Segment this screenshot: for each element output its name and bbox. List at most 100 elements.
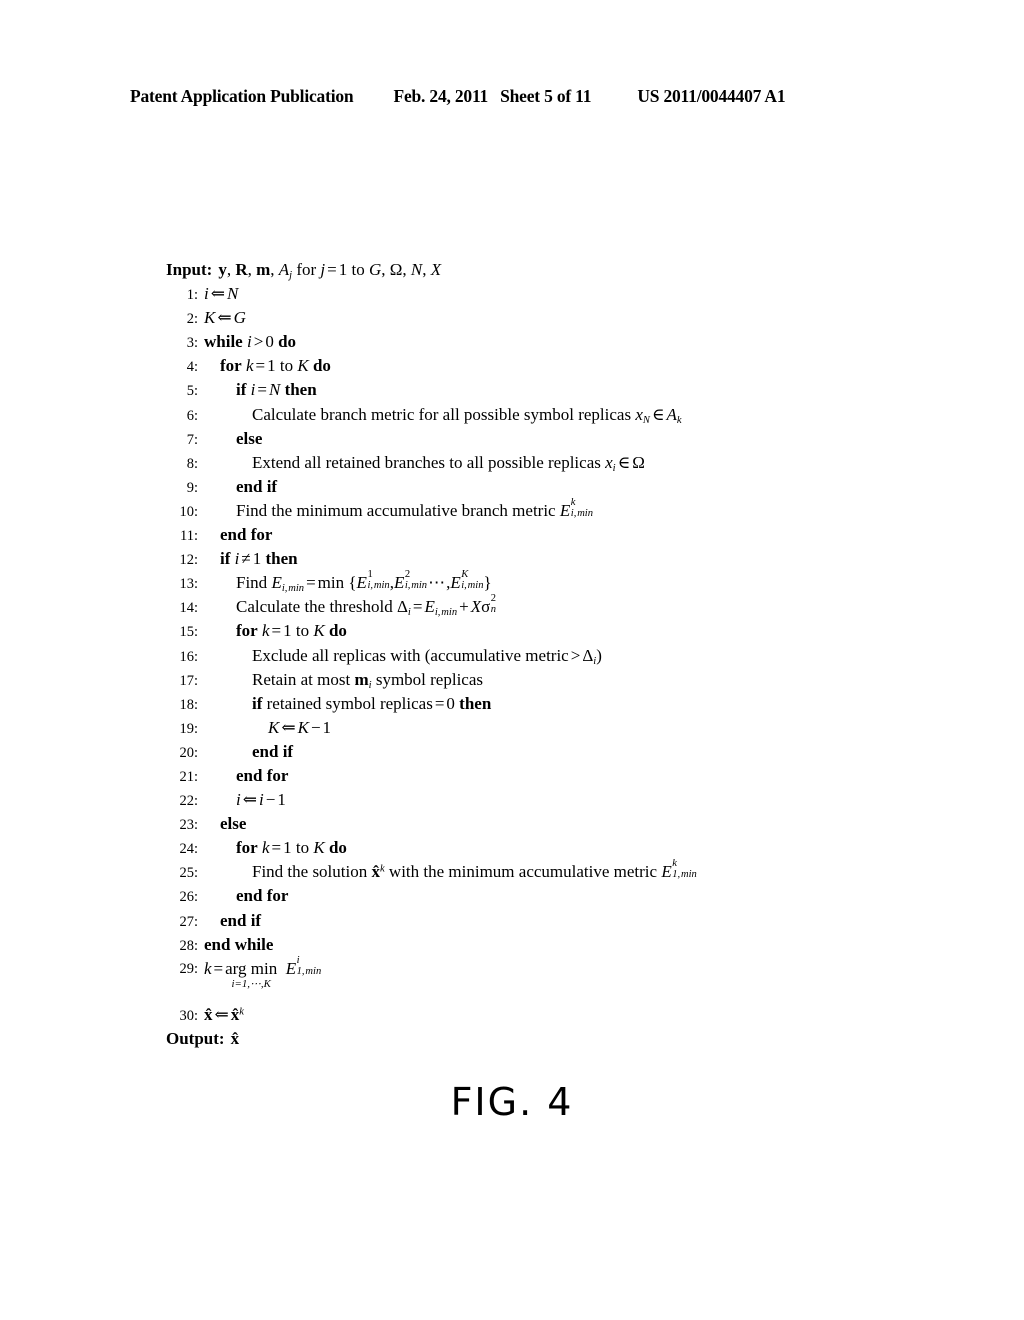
algorithm-line: 5: if i = N then xyxy=(166,378,886,402)
algorithm-line: 6: Calculate branch metric for all possi… xyxy=(166,403,886,427)
algorithm-line: 17: Retain at most mi symbol replicas xyxy=(166,668,886,692)
operator-equals: = xyxy=(434,693,445,713)
comma: , xyxy=(270,260,275,279)
algorithm-line: 10: Find the minimum accumulative branch… xyxy=(166,497,886,523)
superscript-1: 1 xyxy=(367,569,373,581)
algorithm-line: 15: for k = 1 to K do xyxy=(166,619,886,643)
line-number: 27: xyxy=(179,913,198,930)
line-number: 26: xyxy=(179,889,198,906)
algorithm-line: 3: while i >0 do xyxy=(166,330,886,354)
script-pair: 2n xyxy=(490,593,497,629)
number-one: 1 xyxy=(283,621,292,641)
argmin-operator: arg min i=1,⋯,K xyxy=(225,959,277,990)
keyword-do: do xyxy=(328,838,347,858)
symbol-m: m xyxy=(354,669,369,689)
symbol-k: k xyxy=(261,838,270,858)
line-content: k = arg min i=1,⋯,K Ei 1, min xyxy=(204,955,322,991)
subscript-i-min: i, min xyxy=(461,580,484,592)
algorithm-line: 30: x̂ ⇐ x̂k xyxy=(166,1003,886,1027)
line-content: end if xyxy=(252,741,294,761)
superscript-2: 2 xyxy=(404,569,411,581)
subscript-n: n xyxy=(490,604,497,616)
line-content: i ⇐ i −1 xyxy=(204,788,286,812)
word-to: to xyxy=(295,621,310,641)
assign-arrow: ⇐ xyxy=(217,308,232,328)
symbol-E: E xyxy=(450,573,461,593)
assign-arrow: ⇐ xyxy=(242,790,257,810)
line-content: Retain at most mi symbol replicas xyxy=(204,668,483,692)
symbol-R: R xyxy=(235,260,248,279)
line-number: 1: xyxy=(186,287,198,304)
subscript-i-min: i, min xyxy=(367,580,390,592)
statement-text: Find the minimum accumulative branch met… xyxy=(236,500,556,520)
line-content: Calculate branch metric for all possible… xyxy=(204,403,682,427)
symbol-X: X xyxy=(430,260,442,279)
subscript-j: j xyxy=(289,269,293,281)
header-publication-label: Patent Application Publication xyxy=(130,86,354,106)
line-content: end for xyxy=(236,886,289,906)
statement-text: retained symbol replicas xyxy=(266,693,433,713)
keyword-if: if xyxy=(236,380,247,400)
number-one: 1 xyxy=(267,356,276,376)
line-number: 4: xyxy=(186,359,198,376)
subscript-1-min: 1, min xyxy=(296,965,322,977)
symbol-N: N xyxy=(410,260,423,279)
line-content: else xyxy=(220,814,247,834)
keyword-do: do xyxy=(278,332,297,352)
operator-element-of: ∈ xyxy=(617,452,631,472)
subscript-k: k xyxy=(676,414,682,426)
brace-left: { xyxy=(348,573,357,593)
function-min: min xyxy=(317,573,345,593)
script-pair: 2 i, min xyxy=(405,569,427,605)
statement-text: Find xyxy=(236,573,268,593)
operator-greater-than: > xyxy=(253,332,264,352)
subscript-1-min: 1, min xyxy=(672,869,697,881)
number-one: 1 xyxy=(252,549,262,569)
superscript-K: K xyxy=(461,569,469,581)
symbol-K: K xyxy=(268,717,280,737)
line-number: 24: xyxy=(179,841,198,858)
symbol-E: E xyxy=(285,958,297,978)
number-one: 1 xyxy=(338,260,348,279)
comma: , xyxy=(402,260,407,279)
algorithm-line: 4: for k = 1 to K do xyxy=(166,354,886,378)
word-to: to xyxy=(295,838,310,858)
line-number: 23: xyxy=(179,817,198,834)
line-number: 19: xyxy=(179,720,198,737)
symbol-A: A xyxy=(278,260,290,279)
line-content: for k = 1 to K do xyxy=(204,354,331,378)
line-number: 3: xyxy=(186,335,198,352)
operator-greater-than: > xyxy=(570,645,581,665)
number-zero: 0 xyxy=(265,332,274,352)
number-zero: 0 xyxy=(446,693,455,713)
superscript-k: k xyxy=(379,863,385,875)
algorithm-line: 14: Calculate the threshold Δi = Ei, min + X… xyxy=(166,593,886,619)
algorithm-line: 7: else xyxy=(166,427,886,451)
line-content: else xyxy=(236,428,263,448)
argmin-subscript: i=1,⋯,K xyxy=(231,977,271,990)
operator-equals: = xyxy=(306,573,316,593)
header-publication-date: Feb. 24, 2011 xyxy=(393,86,489,106)
operator-equals: = xyxy=(327,260,337,279)
symbol-E: E xyxy=(393,573,405,593)
statement-text-tail: symbol replicas xyxy=(375,669,483,689)
figure-caption: FIG. 4 xyxy=(450,1080,574,1124)
script-pair: k 1, min xyxy=(672,859,697,894)
algorithm-line: 1: i ⇐ N xyxy=(166,282,886,306)
line-number: 17: xyxy=(179,672,198,689)
comma: , xyxy=(247,260,252,279)
script-pair: i 1, min xyxy=(296,955,322,991)
subscript-N: N xyxy=(642,414,650,426)
assign-arrow: ⇐ xyxy=(210,284,225,304)
comma: , xyxy=(226,260,232,279)
symbol-x-hat: x̂ xyxy=(204,1004,213,1024)
superscript-2: 2 xyxy=(490,593,497,605)
keyword-then: then xyxy=(284,380,317,400)
symbol-N: N xyxy=(226,284,239,304)
algorithm-input-expression: y, R, m, Aj for j = 1 to G, Ω, N, X xyxy=(212,258,441,282)
algorithm-output-expression: x̂ xyxy=(225,1027,240,1051)
algorithm-line: 13: Find Ei, min = min {E 1 i, min ,E 2 i, min ⋯… xyxy=(166,569,886,595)
number-one: 1 xyxy=(277,790,286,810)
operator-equals: = xyxy=(271,838,282,858)
keyword-if: if xyxy=(252,693,263,713)
